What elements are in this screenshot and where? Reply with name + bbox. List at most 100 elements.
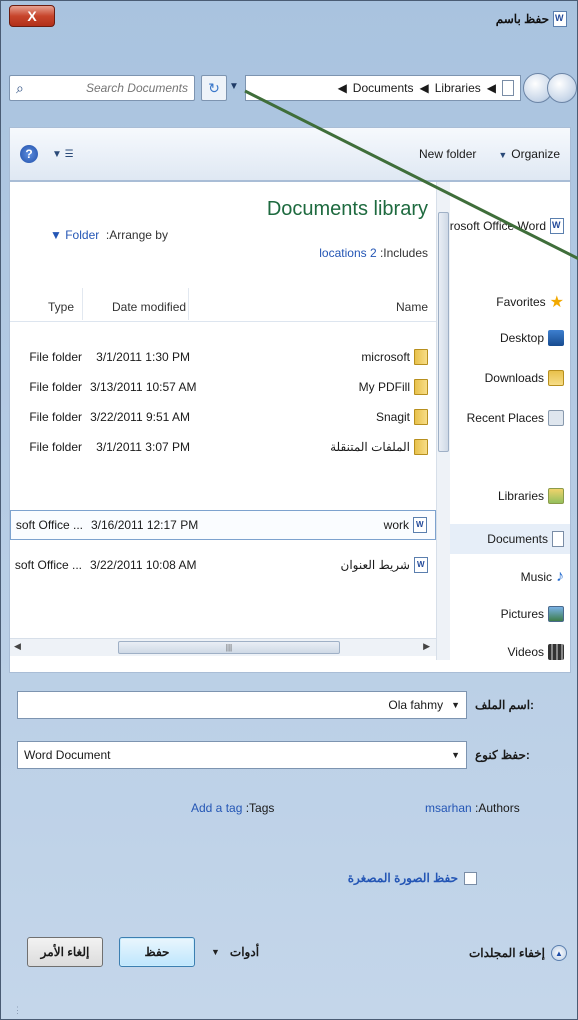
savetype-dropdown-icon[interactable]: ▼ xyxy=(451,750,460,760)
content-area: Documents library locations 2 :Includes … xyxy=(9,181,571,673)
hide-folders-toggle[interactable]: إخفاء المجلدات ▲ xyxy=(469,945,567,961)
breadcrumb-arrow-icon: ◀ xyxy=(486,81,496,95)
back-button[interactable] xyxy=(547,73,577,103)
locations-link[interactable]: locations 2 xyxy=(319,246,376,260)
library-header: Documents library locations 2 :Includes … xyxy=(10,182,436,282)
desktop-icon xyxy=(548,330,564,346)
file-date: 3/22/2011 9:51 AM xyxy=(90,410,190,424)
column-date-modified[interactable]: Date modified xyxy=(112,300,186,314)
file-name: Snagit xyxy=(376,409,428,425)
nav-item-label: Favorites xyxy=(496,295,546,309)
save-thumbnail-checkbox[interactable] xyxy=(464,871,477,885)
column-headers: Type Date modified Name xyxy=(10,282,436,322)
file-row[interactable]: File folder 3/22/2011 9:51 AM Snagit xyxy=(10,402,436,432)
column-name[interactable]: Name xyxy=(396,300,428,314)
nav-item-libraries[interactable]: Libraries xyxy=(498,488,564,504)
star-icon: ★ xyxy=(549,294,564,311)
folder-icon xyxy=(414,349,428,365)
nav-item-label: Music xyxy=(520,570,552,584)
savetype-value: Word Document xyxy=(24,748,111,762)
scroll-left-icon[interactable]: ◀ xyxy=(14,641,21,652)
dialog-title: حفظ باسم xyxy=(496,11,567,27)
filename-dropdown-icon[interactable]: ▼ xyxy=(451,700,460,710)
dialog-title-text: حفظ باسم xyxy=(495,12,549,26)
file-name-text: Snagit xyxy=(375,410,410,424)
tags-label: :Tags xyxy=(245,801,275,815)
authors-field: msarhan :Authors xyxy=(425,801,520,815)
refresh-icon: ↻ xyxy=(208,79,220,96)
column-type[interactable]: Type xyxy=(48,300,74,314)
close-button[interactable]: X xyxy=(9,5,55,27)
nav-item-label: Pictures xyxy=(500,607,544,621)
library-includes: locations 2 :Includes xyxy=(319,246,428,260)
horizontal-scroll-thumb[interactable]: ||| xyxy=(118,641,340,654)
vertical-scroll-thumb[interactable] xyxy=(438,212,449,452)
navigation-pane: rosoft Office Word Favorites★ Desktop Do… xyxy=(450,182,570,672)
arrange-by-label: :Arrange by xyxy=(105,228,168,242)
filename-label: اسم الملف: xyxy=(475,698,535,712)
nav-item-recent-places[interactable]: Recent Places xyxy=(467,410,564,426)
tags-input[interactable]: Add a tag xyxy=(191,801,242,815)
filename-input[interactable]: Ola fahmy ▼ xyxy=(17,691,467,719)
organize-button[interactable]: ▼ Organize xyxy=(498,147,560,161)
tools-menu[interactable]: ▼ أدوات xyxy=(211,945,259,959)
nav-item-pictures[interactable]: Pictures xyxy=(501,606,564,622)
nav-item-label: Videos xyxy=(507,645,544,659)
nav-item-documents[interactable]: Documents xyxy=(450,524,570,554)
file-date: 3/16/2011 12:17 PM xyxy=(91,518,199,532)
save-thumbnail-row: حفظ الصورة المصغرة xyxy=(348,871,477,885)
includes-label: :Includes xyxy=(379,246,428,260)
recent-places-icon xyxy=(548,410,564,426)
word-app-icon xyxy=(550,218,564,234)
file-name-text: الملفات المتنقلة xyxy=(330,440,410,454)
file-row[interactable]: File folder 3/1/2011 3:07 PM الملفات الم… xyxy=(10,432,436,462)
horizontal-scrollbar[interactable]: ◀ ||| ▶ xyxy=(10,638,436,656)
nav-item-favorites[interactable]: Favorites ★ xyxy=(496,292,564,312)
address-bar[interactable]: ◀ Documents ◀ Libraries ◀ xyxy=(245,75,521,101)
nav-item-word[interactable]: rosoft Office Word xyxy=(450,218,564,234)
nav-item-desktop[interactable]: Desktop xyxy=(500,330,564,346)
file-date: 3/13/2011 10:57 AM xyxy=(90,380,197,394)
file-row[interactable]: soft Office ... 3/22/2011 10:08 AM شريط … xyxy=(10,550,436,580)
breadcrumb-arrow-icon: ◀ xyxy=(419,81,429,95)
help-icon[interactable]: ? xyxy=(20,145,38,163)
column-divider[interactable] xyxy=(188,288,189,320)
word-doc-icon xyxy=(414,557,428,573)
refresh-button[interactable]: ↻ xyxy=(201,75,227,101)
save-button[interactable]: حفظ xyxy=(119,937,195,967)
file-row[interactable]: File folder 3/13/2011 10:57 AM My PDFill xyxy=(10,372,436,402)
resize-grip-icon[interactable]: ⋮ xyxy=(13,1005,22,1016)
nav-vertical-scrollbar[interactable] xyxy=(436,182,450,660)
nav-item-label: Documents xyxy=(487,532,548,546)
file-name: microsoft xyxy=(361,349,428,365)
scroll-right-icon[interactable]: ▶ xyxy=(423,641,430,652)
breadcrumb-libraries[interactable]: Libraries xyxy=(435,81,481,95)
cancel-button[interactable]: إلغاء الأمر xyxy=(27,937,103,967)
word-app-icon xyxy=(553,11,567,27)
breadcrumb-documents[interactable]: Documents xyxy=(353,81,414,95)
nav-item-music[interactable]: Music ♪ xyxy=(521,568,564,586)
column-divider[interactable] xyxy=(82,288,83,320)
view-options-icon[interactable]: ▼ ☰ xyxy=(52,149,74,160)
nav-item-downloads[interactable]: Downloads xyxy=(485,370,564,386)
file-list-pane: Documents library locations 2 :Includes … xyxy=(10,182,436,660)
folder-icon xyxy=(414,439,428,455)
downloads-icon xyxy=(548,370,564,386)
search-box[interactable]: ⌕ xyxy=(9,75,195,101)
authors-input[interactable]: msarhan xyxy=(425,801,472,815)
folder-icon xyxy=(414,409,428,425)
file-name-text: شريط العنوان xyxy=(340,558,411,572)
search-icon: ⌕ xyxy=(16,79,24,96)
save-as-dialog: X حفظ باسم ⌕ ↻ ▼ ◀ Documents ◀ Libraries… xyxy=(0,0,578,1020)
new-folder-button[interactable]: New folder xyxy=(419,147,476,161)
search-input[interactable] xyxy=(31,81,188,95)
file-row[interactable]: File folder 3/1/2011 1:30 PM microsoft xyxy=(10,342,436,372)
nav-item-label: rosoft Office Word xyxy=(450,219,546,233)
library-title: Documents library xyxy=(266,198,428,220)
arrange-by-dropdown[interactable]: ▼ Folder xyxy=(50,228,99,242)
savetype-select[interactable]: Word Document ▼ xyxy=(17,741,467,769)
address-dropdown-icon[interactable]: ▼ xyxy=(229,81,239,92)
file-row-selected[interactable]: soft Office ... 3/16/2011 12:17 PM work xyxy=(10,510,436,540)
filename-value: Ola fahmy xyxy=(388,698,444,712)
nav-item-videos[interactable]: Videos xyxy=(508,644,564,660)
